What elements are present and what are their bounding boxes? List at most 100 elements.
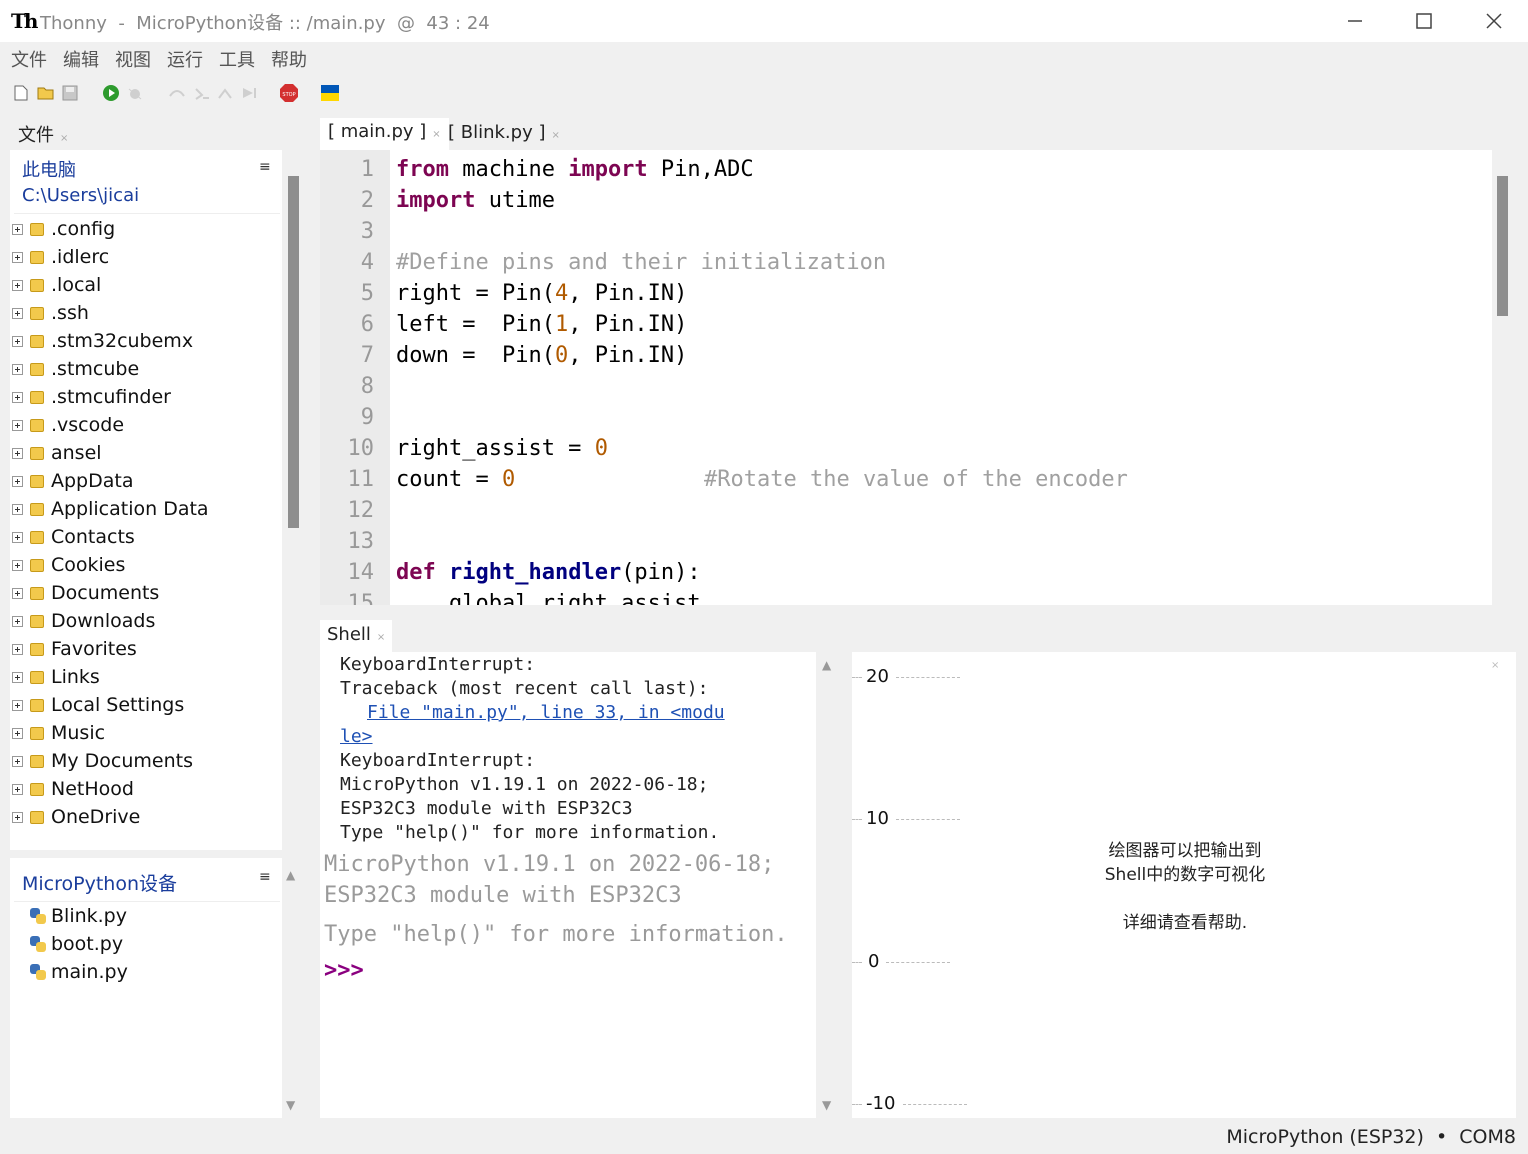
file-tree-item[interactable]: Local Settings: [10, 691, 282, 719]
file-tree-item[interactable]: My Documents: [10, 747, 282, 775]
file-tree-item[interactable]: Music: [10, 719, 282, 747]
code-line-14[interactable]: def right_handler(pin):: [396, 560, 701, 585]
stop-icon[interactable]: STOP: [280, 84, 298, 102]
file-tree-item[interactable]: Downloads: [10, 607, 282, 635]
menu-view[interactable]: 视图: [115, 42, 151, 74]
menu-help[interactable]: 帮助: [271, 42, 307, 74]
step-into-icon[interactable]: [193, 86, 211, 100]
device-panel-menu-icon[interactable]: ≡: [259, 869, 271, 885]
interpreter-status[interactable]: MicroPython (ESP32) • COM8: [1226, 1126, 1516, 1148]
computer-location[interactable]: 此电脑 C:\Users\jicai: [22, 158, 139, 208]
resume-icon[interactable]: [240, 86, 258, 100]
expand-icon[interactable]: [12, 363, 23, 375]
expand-icon[interactable]: [12, 587, 23, 599]
expand-icon[interactable]: [12, 811, 23, 823]
code-line-11[interactable]: count = 0 #Rotate the value of the encode…: [396, 467, 1128, 492]
expand-icon[interactable]: [12, 559, 23, 571]
expand-icon[interactable]: [12, 643, 23, 655]
device-file-item[interactable]: boot.py: [10, 930, 282, 958]
expand-icon[interactable]: [12, 223, 23, 235]
menu-edit[interactable]: 编辑: [63, 42, 99, 74]
code-line-1[interactable]: from machine import Pin,ADC: [396, 157, 754, 182]
files-panel-menu-icon[interactable]: ≡: [259, 159, 271, 175]
scroll-down-icon[interactable]: ▼: [286, 1098, 295, 1112]
scroll-up-icon[interactable]: ▲: [286, 868, 295, 882]
close-icon[interactable]: ×: [60, 133, 68, 144]
device-label[interactable]: MicroPython设备: [22, 869, 177, 896]
expand-icon[interactable]: [12, 755, 23, 767]
file-tree-item[interactable]: Links: [10, 663, 282, 691]
new-file-icon[interactable]: [14, 85, 28, 101]
expand-icon[interactable]: [12, 671, 23, 683]
device-file-item[interactable]: main.py: [10, 958, 282, 986]
code-editor[interactable]: [320, 150, 1492, 605]
close-icon[interactable]: ×: [551, 130, 559, 141]
file-tree-item[interactable]: .idlerc: [10, 243, 282, 271]
file-tree-item[interactable]: Application Data: [10, 495, 282, 523]
expand-icon[interactable]: [12, 335, 23, 347]
file-tree-item[interactable]: NetHood: [10, 775, 282, 803]
menu-file[interactable]: 文件: [11, 42, 47, 74]
expand-icon[interactable]: [12, 783, 23, 795]
code-line-7[interactable]: down = Pin(0, Pin.IN): [396, 343, 687, 368]
minimize-button[interactable]: [1324, 4, 1384, 38]
maximize-button[interactable]: [1394, 4, 1454, 38]
save-icon[interactable]: [62, 85, 78, 101]
expand-icon[interactable]: [12, 251, 23, 263]
expand-icon[interactable]: [12, 279, 23, 291]
open-file-icon[interactable]: [37, 85, 55, 101]
scroll-down-icon[interactable]: ▼: [822, 1098, 831, 1112]
expand-icon[interactable]: [12, 307, 23, 319]
tab-shell[interactable]: Shell ×: [320, 620, 393, 652]
tab-blink-py[interactable]: [ Blink.py ] ×: [440, 118, 568, 150]
step-over-icon[interactable]: [168, 86, 186, 100]
file-tree-item[interactable]: .config: [10, 215, 282, 243]
expand-icon[interactable]: [12, 615, 23, 627]
expand-icon[interactable]: [12, 475, 23, 487]
traceback-link-continued[interactable]: le>: [340, 726, 373, 747]
tab-main-py[interactable]: [ main.py ] ×: [320, 118, 449, 150]
run-icon[interactable]: [102, 84, 120, 102]
expand-icon[interactable]: [12, 419, 23, 431]
tab-files[interactable]: 文件 ×: [18, 121, 68, 147]
file-tree-item[interactable]: .stmcufinder: [10, 383, 282, 411]
file-tree-item[interactable]: Documents: [10, 579, 282, 607]
file-tree-item[interactable]: Favorites: [10, 635, 282, 663]
code-line-4[interactable]: #Define pins and their initialization: [396, 250, 886, 275]
file-tree-item[interactable]: Cookies: [10, 551, 282, 579]
file-tree-item[interactable]: Contacts: [10, 523, 282, 551]
step-out-icon[interactable]: [216, 86, 234, 100]
code-line-2[interactable]: import utime: [396, 188, 555, 213]
plotter-close-icon[interactable]: ×: [1491, 660, 1499, 671]
menu-tools[interactable]: 工具: [219, 42, 255, 74]
code-line-15[interactable]: global right_assist: [396, 592, 701, 605]
debug-icon[interactable]: [127, 85, 143, 101]
file-tree-item[interactable]: AppData: [10, 467, 282, 495]
file-tree-item[interactable]: .vscode: [10, 411, 282, 439]
expand-icon[interactable]: [12, 503, 23, 515]
scroll-up-icon[interactable]: ▲: [822, 658, 831, 672]
code-line-5[interactable]: right = Pin(4, Pin.IN): [396, 281, 687, 306]
close-icon[interactable]: ×: [377, 632, 385, 643]
code-line-6[interactable]: left = Pin(1, Pin.IN): [396, 312, 687, 337]
editor-scrollbar-thumb[interactable]: [1497, 176, 1508, 316]
device-file-item[interactable]: Blink.py: [10, 902, 282, 930]
expand-icon[interactable]: [12, 727, 23, 739]
file-tree-item[interactable]: .ssh: [10, 299, 282, 327]
close-button[interactable]: [1464, 4, 1524, 38]
file-tree-item[interactable]: .local: [10, 271, 282, 299]
expand-icon[interactable]: [12, 447, 23, 459]
expand-icon[interactable]: [12, 391, 23, 403]
traceback-link[interactable]: File "main.py", line 33, in <modu: [367, 702, 725, 723]
shell-prompt[interactable]: >>>: [324, 958, 364, 983]
menu-run[interactable]: 运行: [167, 42, 203, 74]
shell-scrollbar[interactable]: [817, 652, 841, 1118]
expand-icon[interactable]: [12, 531, 23, 543]
ukraine-flag-icon[interactable]: [321, 85, 339, 101]
file-tree-item[interactable]: .stm32cubemx: [10, 327, 282, 355]
expand-icon[interactable]: [12, 699, 23, 711]
file-tree-item[interactable]: OneDrive: [10, 803, 282, 831]
code-line-10[interactable]: right_assist = 0: [396, 436, 608, 461]
files-scrollbar-thumb[interactable]: [288, 176, 299, 528]
file-tree-item[interactable]: ansel: [10, 439, 282, 467]
